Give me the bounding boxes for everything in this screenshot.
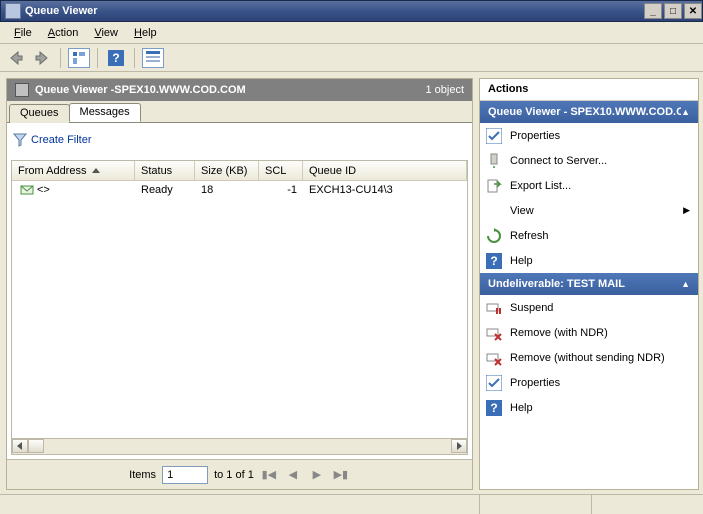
filter-icon <box>13 133 27 147</box>
last-page-button[interactable]: ▶▮ <box>332 466 350 484</box>
maximize-button[interactable]: □ <box>664 3 682 19</box>
status-bar <box>0 494 703 514</box>
table-row[interactable]: <> Ready 18 -1 EXCH13-CU14\3 <box>12 181 467 199</box>
pager-range: to 1 of 1 <box>214 469 254 481</box>
actions-title: Actions <box>480 79 698 101</box>
object-count: 1 object <box>425 84 464 96</box>
menu-bar: File Action View Help <box>0 22 703 44</box>
queue-viewer-icon <box>15 83 29 97</box>
list-button[interactable] <box>141 47 165 69</box>
action-export-list[interactable]: Export List... <box>480 173 698 198</box>
next-page-button[interactable]: ▶ <box>308 466 326 484</box>
window-title: Queue Viewer <box>25 5 98 17</box>
remove-icon <box>486 325 502 341</box>
suspend-icon <box>486 300 502 316</box>
horizontal-scrollbar[interactable] <box>11 439 468 455</box>
action-help[interactable]: ? Help <box>480 248 698 273</box>
message-icon <box>20 183 34 197</box>
pager-label: Items <box>129 469 156 481</box>
collapse-icon: ▲ <box>681 279 690 289</box>
action-msg-properties[interactable]: Properties <box>480 370 698 395</box>
help-icon: ? <box>108 50 124 66</box>
help-icon: ? <box>486 400 502 416</box>
prev-page-button[interactable]: ◀ <box>284 466 302 484</box>
svg-text:?: ? <box>490 254 497 268</box>
action-msg-help[interactable]: ? Help <box>480 395 698 420</box>
action-remove-ndr[interactable]: Remove (with NDR) <box>480 320 698 345</box>
title-bar: Queue Viewer _ □ ✕ <box>0 0 703 22</box>
arrow-right-icon <box>34 50 50 66</box>
action-refresh[interactable]: Refresh <box>480 223 698 248</box>
left-panel: Queue Viewer - SPEX10.WWW.COD.COM 1 obje… <box>6 78 473 490</box>
action-view[interactable]: View <box>480 198 698 223</box>
close-button[interactable]: ✕ <box>684 3 702 19</box>
blank-icon <box>486 203 502 219</box>
forward-button[interactable] <box>30 47 54 69</box>
svg-text:?: ? <box>490 401 497 415</box>
arrow-left-icon <box>8 50 24 66</box>
menu-view[interactable]: View <box>86 25 126 41</box>
tabs: Queues Messages <box>7 101 472 123</box>
export-icon <box>486 178 502 194</box>
actions-panel: Actions Queue Viewer - SPEX10.WWW.COD.CO… <box>479 78 699 490</box>
triangle-left-icon <box>17 442 23 450</box>
tab-queues[interactable]: Queues <box>9 104 70 123</box>
create-filter-link[interactable]: Create Filter <box>13 133 92 147</box>
scope-button[interactable] <box>67 47 91 69</box>
action-remove-no-ndr[interactable]: Remove (without sending NDR) <box>480 345 698 370</box>
menu-action[interactable]: Action <box>40 25 87 41</box>
back-button[interactable] <box>4 47 28 69</box>
svg-text:?: ? <box>112 51 119 65</box>
first-page-button[interactable]: ▮◀ <box>260 466 278 484</box>
menu-help[interactable]: Help <box>126 25 165 41</box>
remove-icon <box>486 350 502 366</box>
menu-file[interactable]: File <box>6 25 40 41</box>
panel-header: Queue Viewer - SPEX10.WWW.COD.COM 1 obje… <box>7 79 472 101</box>
triangle-right-icon <box>456 442 462 450</box>
col-scl[interactable]: SCL <box>259 161 303 180</box>
scroll-thumb[interactable] <box>28 439 44 453</box>
col-status[interactable]: Status <box>135 161 195 180</box>
tab-messages[interactable]: Messages <box>69 103 141 122</box>
messages-table: From Address Status Size (KB) SCL Queue … <box>11 160 468 439</box>
scope-icon <box>68 48 90 68</box>
action-properties[interactable]: Properties <box>480 123 698 148</box>
refresh-icon <box>486 228 502 244</box>
collapse-icon: ▲ <box>681 107 690 117</box>
scroll-left-button[interactable] <box>12 439 28 453</box>
toolbar: ? <box>0 44 703 72</box>
app-icon <box>5 3 21 19</box>
action-connect-server[interactable]: Connect to Server... <box>480 148 698 173</box>
actions-section-message[interactable]: Undeliverable: TEST MAIL ▲ <box>480 273 698 295</box>
panel-title-prefix: Queue Viewer - <box>35 84 114 96</box>
actions-section-queue[interactable]: Queue Viewer - SPEX10.WWW.COD.COM ▲ <box>480 101 698 123</box>
minimize-button[interactable]: _ <box>644 3 662 19</box>
page-input[interactable] <box>162 466 208 484</box>
check-icon <box>486 375 502 391</box>
col-queue-id[interactable]: Queue ID <box>303 161 467 180</box>
col-size[interactable]: Size (KB) <box>195 161 259 180</box>
panel-server: SPEX10.WWW.COD.COM <box>114 84 245 96</box>
pager: Items to 1 of 1 ▮◀ ◀ ▶ ▶▮ <box>7 459 472 489</box>
help-button[interactable]: ? <box>104 47 128 69</box>
server-icon <box>486 153 502 169</box>
scroll-right-button[interactable] <box>451 439 467 453</box>
help-icon: ? <box>486 253 502 269</box>
check-icon <box>486 128 502 144</box>
col-from-address[interactable]: From Address <box>12 161 135 180</box>
action-suspend[interactable]: Suspend <box>480 295 698 320</box>
list-icon <box>142 48 164 68</box>
